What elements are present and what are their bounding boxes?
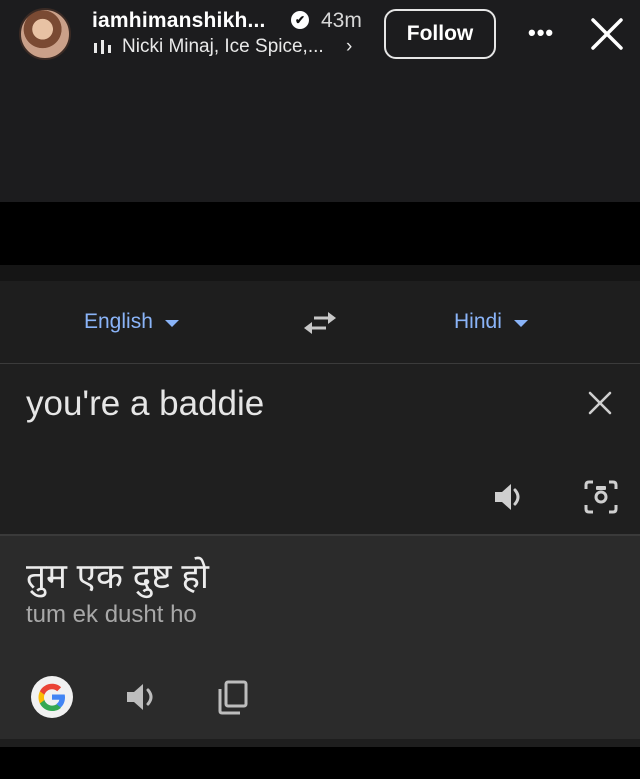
- copy-icon[interactable]: [216, 679, 250, 715]
- transliteration-text: tum ek dusht ho: [26, 601, 197, 628]
- more-icon[interactable]: •••: [528, 20, 554, 46]
- speaker-icon[interactable]: [492, 479, 528, 515]
- dropdown-arrow-icon: [513, 320, 528, 327]
- chevron-right-icon[interactable]: ›: [346, 36, 352, 58]
- source-language-label: English: [84, 310, 153, 333]
- story-username[interactable]: iamhimanshikh...: [92, 9, 266, 33]
- story-music[interactable]: Nicki Minaj, Ice Spice,...: [122, 36, 324, 58]
- camera-icon[interactable]: [582, 478, 620, 516]
- target-language-selector[interactable]: Hindi: [454, 310, 528, 334]
- follow-button[interactable]: Follow: [384, 9, 496, 59]
- source-language-selector[interactable]: English: [84, 310, 179, 334]
- close-icon[interactable]: [589, 16, 625, 52]
- translate-top-edge: [0, 265, 640, 281]
- clear-icon[interactable]: [586, 389, 614, 417]
- swap-languages-icon[interactable]: [302, 309, 338, 337]
- google-g-mark: [38, 683, 65, 711]
- music-bars-icon: [94, 40, 111, 54]
- story-time: 43m: [321, 9, 362, 32]
- source-text[interactable]: you're a baddie: [26, 384, 264, 424]
- speaker-icon[interactable]: [124, 679, 162, 715]
- translated-text: तुम एक दुष्ट हो: [26, 557, 209, 596]
- dropdown-arrow-icon: [164, 320, 179, 327]
- google-icon[interactable]: [31, 676, 73, 718]
- target-language-label: Hindi: [454, 310, 502, 333]
- verified-badge-icon: ✔: [291, 11, 309, 29]
- avatar[interactable]: [19, 8, 71, 60]
- translate-bottom-edge: [0, 739, 640, 747]
